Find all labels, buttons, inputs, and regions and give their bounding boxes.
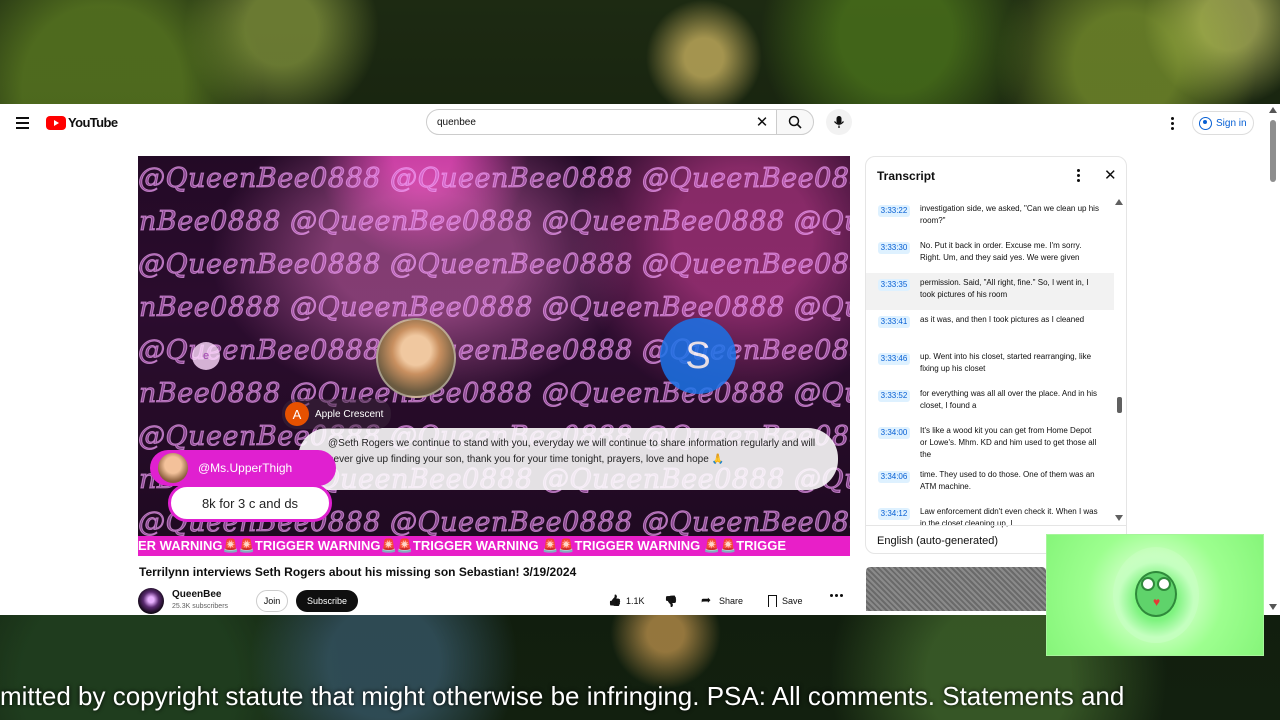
froggy-watermark: Froggy <box>12 578 75 595</box>
like-count: 1.1K <box>626 596 645 606</box>
scroll-up-icon[interactable] <box>1269 107 1277 113</box>
transcript-title: Transcript <box>877 169 936 183</box>
settings-more-button[interactable] <box>1164 113 1180 133</box>
shoutout-message: 8k for 3 c and ds <box>168 484 332 522</box>
heart-icon: ♥ <box>1153 595 1161 609</box>
transcript-segment[interactable]: 3:33:30 No. Put it back in order. Excuse … <box>866 236 1114 273</box>
video-player[interactable]: @QueenBee0888 @QueenBee0888 @QueenBee088… <box>138 156 850 556</box>
segment-timestamp[interactable]: 3:33:52 <box>878 390 910 402</box>
shoutout-name: @Ms.UpperThigh <box>198 461 293 475</box>
segment-text: No. Put it back in order. Excuse me. I'm… <box>920 241 1082 262</box>
segment-text: time. They used to do those. One of them… <box>920 470 1095 491</box>
transcript-segment[interactable]: 3:34:00 It's like a wood kit you can get … <box>866 421 1114 465</box>
page-scrollbar[interactable] <box>1266 104 1280 615</box>
logo-text: YouTube <box>68 115 118 130</box>
channel-row: QueenBee 25.3K subscribers Join Subscrib… <box>138 588 850 614</box>
video-title: Terrilynn interviews Seth Rogers about h… <box>139 565 577 579</box>
shoutout-name-pill: @Ms.UpperThigh <box>150 450 336 486</box>
segment-text: for everything was all all over the plac… <box>920 389 1097 410</box>
frog-avatar: ♥ <box>1113 547 1199 643</box>
youtube-logo[interactable]: YouTube <box>46 115 118 130</box>
youtube-play-icon <box>46 115 66 130</box>
segment-text: as it was, and then I took pictures as I… <box>920 315 1085 324</box>
search-input[interactable]: quenbee ✕ <box>426 109 777 135</box>
channel-name[interactable]: QueenBee <box>172 589 221 600</box>
thumbs-up-icon <box>608 595 621 608</box>
segment-text: up. Went into his closet, started rearra… <box>920 352 1092 373</box>
froggy-label-text: Froggy <box>28 578 75 595</box>
sign-in-label: Sign in <box>1216 117 1247 129</box>
save-button[interactable]: Save <box>768 590 803 612</box>
close-icon[interactable]: ✕ <box>1104 166 1117 184</box>
shoutout-avatar <box>158 453 188 483</box>
froggy-camera-overlay: ♥ <box>1046 534 1264 656</box>
featured-comment: @Seth Rogers we continue to stand with y… <box>298 428 838 490</box>
transcript-segment[interactable]: 3:33:35 permission. Said, "All right, fin… <box>866 273 1114 310</box>
segment-timestamp[interactable]: 3:33:35 <box>878 279 910 291</box>
like-button[interactable]: 1.1K <box>608 590 645 612</box>
transcript-segment[interactable]: 3:33:22 investigation side, we asked, "Ca… <box>866 199 1114 236</box>
segment-text: permission. Said, "All right, fine." So,… <box>920 278 1089 299</box>
segment-timestamp[interactable]: 3:34:12 <box>878 508 910 520</box>
share-button[interactable]: Share <box>701 590 743 612</box>
comment-author: A Apple Crescent <box>282 399 392 429</box>
related-video-thumbnail[interactable] <box>866 567 1046 611</box>
thumbs-down-icon <box>664 595 677 608</box>
share-icon <box>701 593 714 608</box>
scroll-down-icon[interactable] <box>1269 604 1277 610</box>
commenter-avatar: A <box>285 402 309 426</box>
segment-timestamp[interactable]: 3:33:46 <box>878 353 910 365</box>
menu-button[interactable] <box>12 112 34 134</box>
account-icon <box>1199 116 1212 130</box>
transcript-list: 3:33:22 investigation side, we asked, "Ca… <box>866 199 1114 539</box>
participant-avatar-face <box>376 318 456 398</box>
transcript-segment[interactable]: 3:33:52 for everything was all all over t… <box>866 384 1114 421</box>
scroll-thumb[interactable] <box>1270 120 1276 182</box>
transcript-segment[interactable]: 3:33:46 up. Went into his closet, started… <box>866 347 1114 384</box>
trigger-warning-ticker: ER WARNING🚨🚨TRIGGER WARNING🚨🚨TRIGGER WAR… <box>138 536 850 556</box>
voice-search-button[interactable] <box>826 109 852 135</box>
microphone-icon <box>833 116 845 128</box>
subscriber-count: 25.3K subscribers <box>172 603 229 610</box>
scroll-down-icon[interactable] <box>1115 515 1123 521</box>
bookmark-icon <box>768 595 777 607</box>
segment-timestamp[interactable]: 3:33:22 <box>878 205 910 217</box>
segment-text: It's like a wood kit you can get from Ho… <box>920 426 1097 459</box>
search-icon <box>788 115 802 129</box>
segment-text: investigation side, we asked, "Can we cl… <box>920 204 1099 225</box>
scroll-thumb[interactable] <box>1117 397 1122 413</box>
channel-avatar[interactable] <box>138 588 164 614</box>
clear-search-icon[interactable]: ✕ <box>752 113 772 131</box>
scroll-up-icon[interactable] <box>1115 199 1123 205</box>
commenter-name: Apple Crescent <box>315 408 384 420</box>
join-button[interactable]: Join <box>256 590 288 612</box>
dislike-button[interactable] <box>664 590 677 612</box>
segment-timestamp[interactable]: 3:33:30 <box>878 242 910 254</box>
save-label: Save <box>782 596 803 606</box>
transcript-scrollbar[interactable] <box>1114 199 1124 525</box>
search-button[interactable] <box>776 109 814 135</box>
search-value[interactable]: quenbee <box>437 117 752 128</box>
subscribe-button[interactable]: Subscribe <box>296 590 358 612</box>
segment-timestamp[interactable]: 3:34:00 <box>878 427 910 439</box>
transcript-segment[interactable]: 3:34:06 time. They used to do those. One … <box>866 465 1114 502</box>
disclaimer-crawl: mitted by copyright statute that might o… <box>0 681 1125 711</box>
transcript-header: Transcript ✕ <box>866 157 1126 195</box>
participant-avatar-small: e <box>192 342 220 370</box>
transcript-panel: Transcript ✕ 3:33:22 investigation side, … <box>865 156 1127 554</box>
sign-in-button[interactable]: Sign in <box>1192 111 1254 135</box>
transcript-more-button[interactable] <box>1077 169 1080 182</box>
transcript-segment[interactable]: 3:33:41 as it was, and then I took pictur… <box>866 310 1114 347</box>
segment-timestamp[interactable]: 3:33:41 <box>878 316 910 328</box>
frog-icon: ♥ <box>1135 571 1177 617</box>
segment-timestamp[interactable]: 3:34:06 <box>878 471 910 483</box>
participant-avatar-s: S <box>660 318 736 394</box>
share-label: Share <box>719 596 744 606</box>
top-bar: YouTube quenbee ✕ Sign in <box>0 104 1280 142</box>
frog-badge-icon <box>12 580 24 593</box>
more-actions-button[interactable] <box>830 594 843 597</box>
